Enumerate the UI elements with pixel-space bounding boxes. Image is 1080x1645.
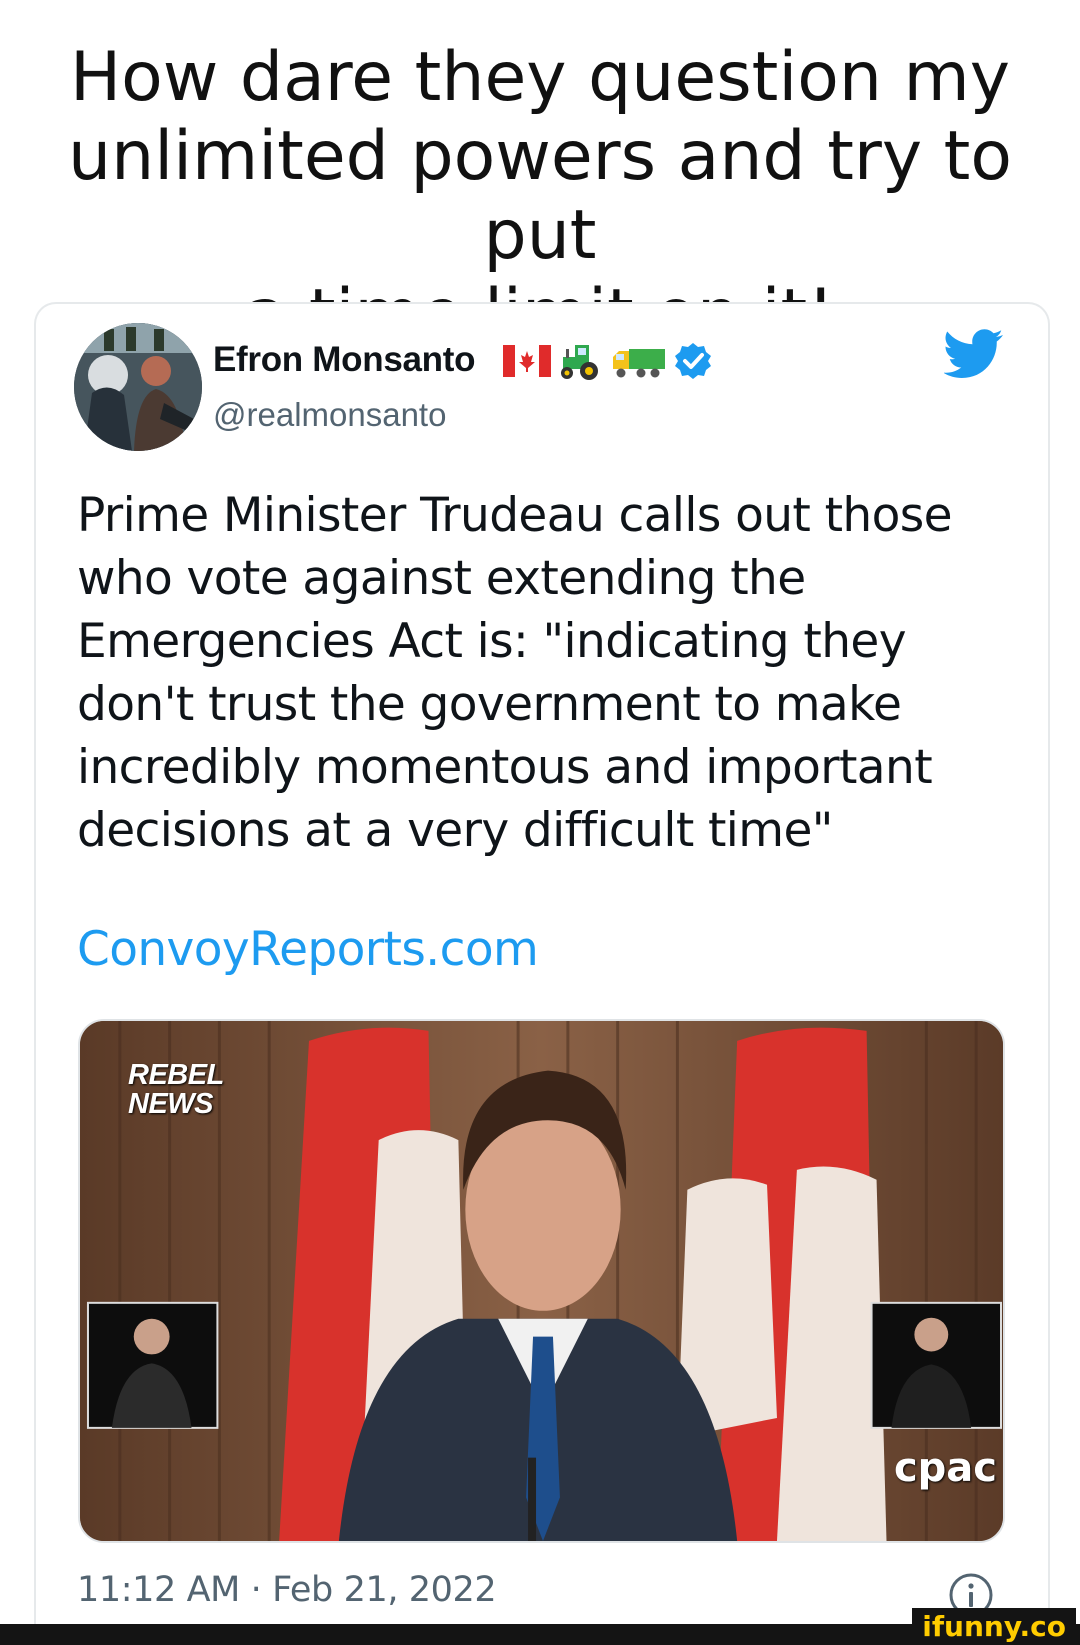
tweet-text-line: who vote against extending the [77, 551, 806, 606]
tweet-text-line: Emergencies Act is: "indicating they [77, 614, 907, 669]
ifunny-watermark: ifunny.co [912, 1608, 1076, 1645]
media-watermark: REBEL NEWS [128, 1061, 224, 1119]
author-emojis [503, 341, 713, 381]
author-handle[interactable]: @realmonsanto [213, 396, 446, 434]
caption-line: How dare they question my [69, 38, 1011, 117]
tweet-timestamp[interactable]: 11:12 AM · Feb 21, 2022 [77, 1570, 497, 1610]
broadcaster-logo: cpac [893, 1445, 997, 1491]
tweet-media-video[interactable]: REBEL NEWS cpac [78, 1019, 1005, 1543]
tweet-text: Prime Minister Trudeau calls out those w… [77, 484, 1037, 862]
caption-line: unlimited powers and try to put [68, 117, 1012, 275]
tractor-icon [561, 345, 598, 380]
tweet-link[interactable]: ConvoyReports.com [77, 922, 539, 977]
author-avatar[interactable] [74, 323, 202, 451]
tweet-text-line: decisions at a very difficult time" [77, 803, 833, 858]
watermark-line: REBEL [128, 1059, 224, 1091]
tweet-text-line: incredibly momentous and important [77, 740, 933, 795]
truck-icon [613, 349, 665, 378]
twitter-bird-icon[interactable] [944, 328, 1004, 380]
watermark-line: NEWS [128, 1088, 213, 1120]
verified-badge-icon [675, 343, 711, 379]
author-name[interactable]: Efron Monsanto [213, 340, 475, 380]
tweet-text-line: Prime Minister Trudeau calls out those [77, 488, 953, 543]
canada-flag-icon [503, 345, 551, 377]
tweet-text-line: don't trust the government to make [77, 677, 902, 732]
